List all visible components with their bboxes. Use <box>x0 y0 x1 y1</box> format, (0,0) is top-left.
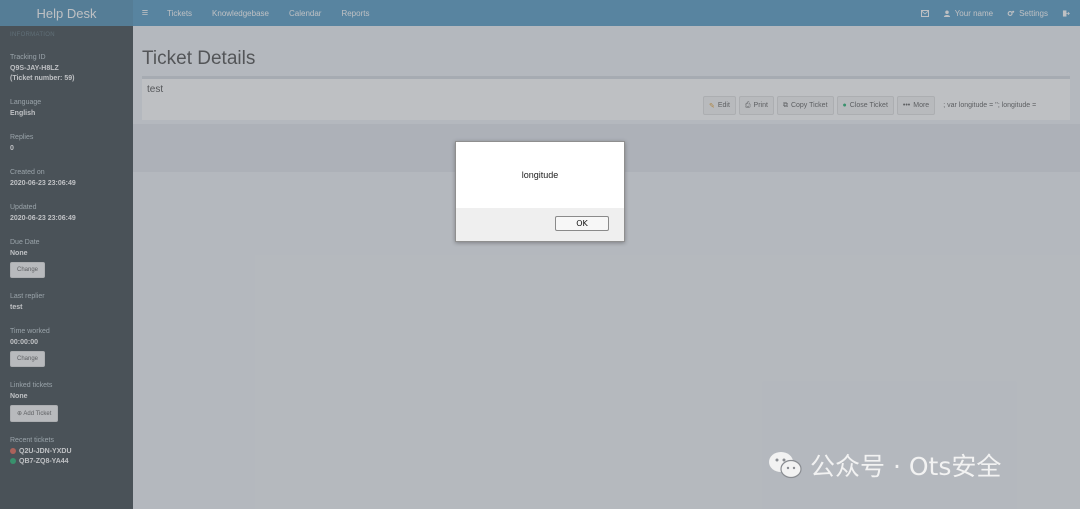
alert-dialog: longitude OK <box>455 141 625 242</box>
alert-footer: OK <box>456 208 624 241</box>
alert-message: longitude <box>521 170 559 180</box>
modal-overlay <box>0 0 1080 509</box>
ok-button[interactable]: OK <box>555 216 609 231</box>
watermark: 公众号 · Ots安全 <box>768 447 1001 483</box>
watermark-text: 公众号 · Ots安全 <box>810 452 1002 481</box>
wechat-icon <box>769 452 802 479</box>
